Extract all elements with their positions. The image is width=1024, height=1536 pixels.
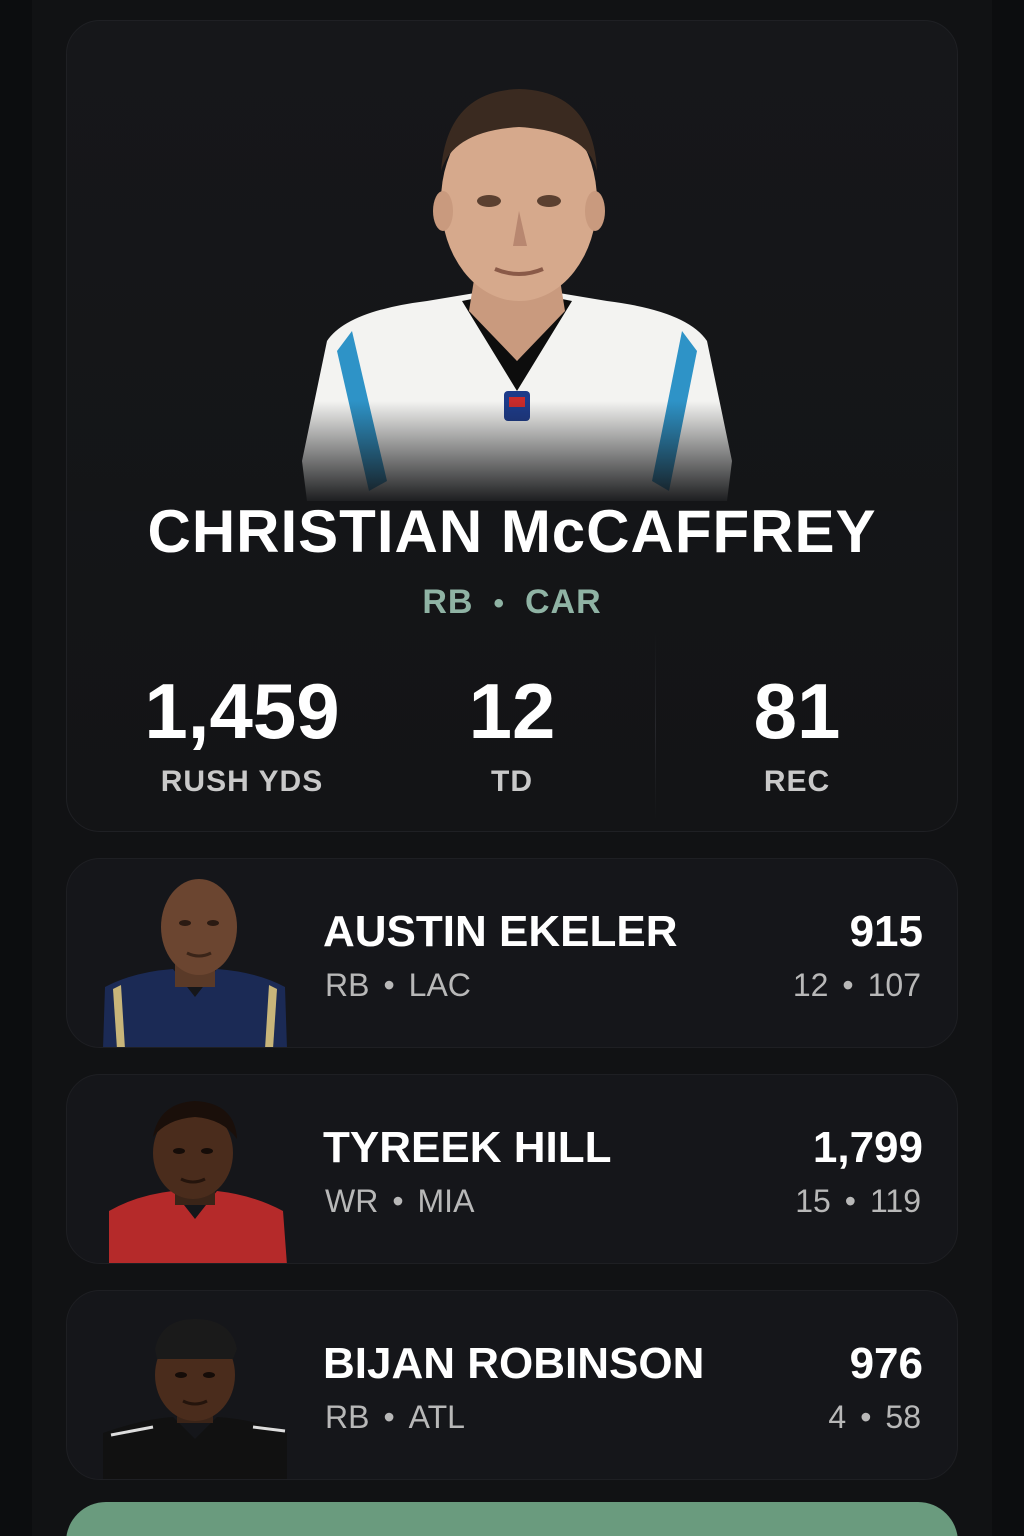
player-sub-stats: 4 • 58 [828, 1399, 921, 1436]
stat-label: TD [491, 765, 533, 798]
meta-separator: • [844, 1183, 856, 1219]
player-row-austin-ekeler[interactable]: AUSTIN EKELER RB • LAC 915 12 • 107 [66, 858, 958, 1048]
player-photo [103, 1093, 287, 1263]
primary-action-button[interactable] [66, 1502, 958, 1536]
stat-label: REC [763, 765, 831, 798]
player-name: TYREEK HILL [323, 1123, 612, 1172]
stat-rec: 81 REC [717, 651, 877, 799]
featured-player-card[interactable]: CHRISTIAN McCAFFREY RB • CAR 1,459 RUSH YD… [66, 20, 958, 832]
player-name: BIJAN ROBINSON [323, 1339, 705, 1388]
player-sub-stat-b: 107 [867, 967, 921, 1003]
player-team: MIA [417, 1183, 475, 1219]
player-meta: RB • LAC [325, 967, 471, 1004]
player-row-tyreek-hill[interactable]: TYREEK HILL WR • MIA 1,799 15 • 119 [66, 1074, 958, 1264]
meta-separator: • [392, 1183, 404, 1219]
right-edge-shade [992, 0, 1024, 1536]
featured-player-name: CHRISTIAN McCAFFREY [147, 498, 877, 565]
player-name: AUSTIN EKELER [323, 907, 678, 956]
player-meta: RB • ATL [325, 1399, 465, 1436]
featured-player-position: RB [422, 583, 474, 621]
stat-divider [655, 631, 656, 821]
player-sub-stat-a: 12 [792, 967, 829, 1003]
player-meta: WR • MIA [325, 1183, 474, 1220]
stat-value: 1,459 [144, 667, 340, 755]
meta-separator: • [860, 1399, 872, 1435]
player-sub-stats: 12 • 107 [793, 967, 921, 1004]
stat-td: 12 TD [437, 651, 587, 799]
player-sub-stats: 15 • 119 [795, 1183, 921, 1220]
stat-value: 12 [468, 667, 556, 755]
meta-separator: • [383, 967, 395, 1003]
photo-fade-overlay [67, 401, 957, 511]
player-team: LAC [408, 967, 471, 1003]
player-sub-stat-a: 15 [795, 1183, 831, 1219]
meta-separator: • [842, 967, 854, 1003]
meta-separator: • [493, 587, 505, 620]
stat-rush-yds: 1,459 RUSH YDS [137, 651, 347, 799]
player-position: WR [325, 1183, 379, 1219]
player-main-stat: 915 [849, 907, 923, 956]
player-position: RB [325, 1399, 370, 1435]
player-photo [103, 877, 287, 1047]
player-main-stat: 1,799 [812, 1123, 923, 1172]
player-main-stat: 976 [849, 1339, 923, 1388]
featured-player-team: CAR [524, 583, 602, 621]
left-edge-shade [0, 0, 32, 1536]
player-team: ATL [408, 1399, 465, 1435]
player-position: RB [325, 967, 370, 1003]
stat-value: 81 [753, 667, 841, 755]
player-sub-stat-b: 58 [885, 1399, 921, 1435]
player-sub-stat-a: 4 [828, 1399, 847, 1435]
player-row-bijan-robinson[interactable]: BIJAN ROBINSON RB • ATL 976 4 • 58 [66, 1290, 958, 1480]
meta-separator: • [383, 1399, 395, 1435]
player-photo [103, 1309, 287, 1479]
player-sub-stat-b: 119 [869, 1183, 921, 1219]
featured-stats-row: 1,459 RUSH YDS 12 TD 81 REC [67, 631, 957, 831]
featured-player-meta: RB • CAR [67, 583, 957, 622]
stat-label: RUSH YDS [160, 765, 324, 798]
